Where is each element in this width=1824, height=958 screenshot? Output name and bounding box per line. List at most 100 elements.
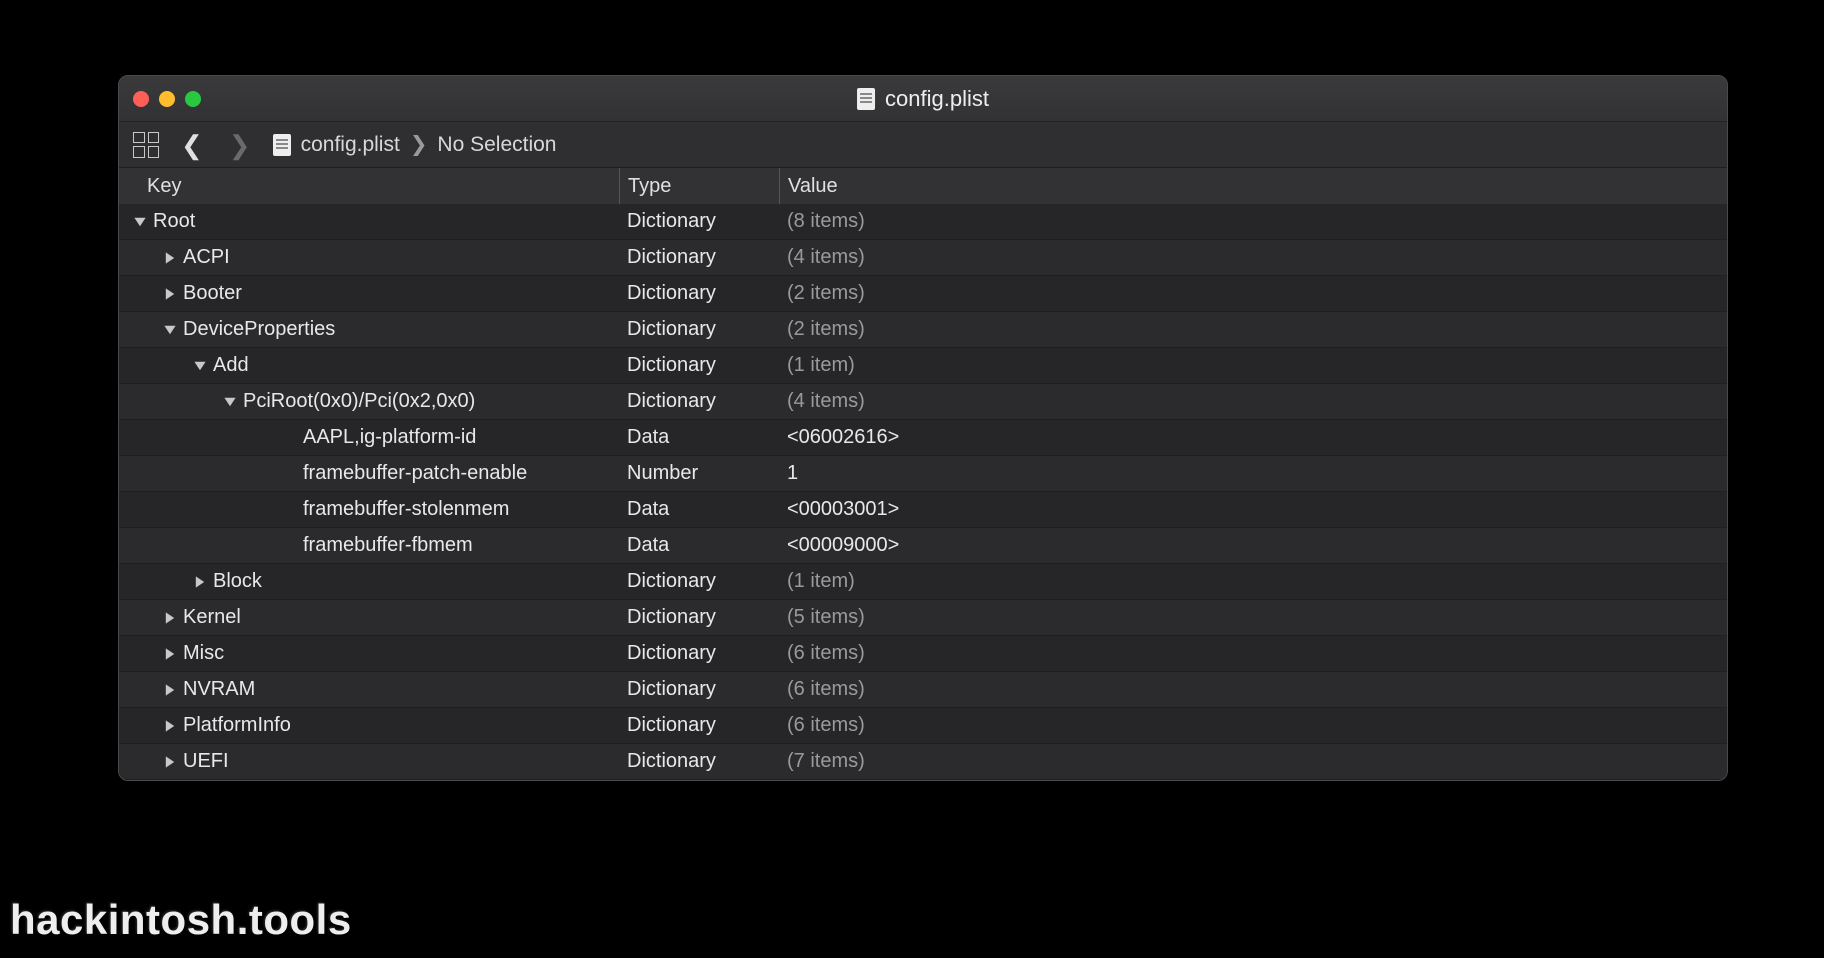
row-type[interactable]: Dictionary xyxy=(619,678,779,701)
row-type[interactable]: Dictionary xyxy=(619,282,779,305)
row-key-cell[interactable]: framebuffer-stolenmem xyxy=(119,498,619,521)
table-row[interactable]: Block Dictionary(1 item) xyxy=(119,564,1727,600)
table-row[interactable]: Kernel Dictionary(5 items) xyxy=(119,600,1727,636)
row-key[interactable]: framebuffer-stolenmem xyxy=(303,498,509,521)
table-row[interactable]: Add Dictionary(1 item) xyxy=(119,348,1727,384)
row-key-cell[interactable]: Misc xyxy=(119,642,619,665)
row-key-cell[interactable]: DeviceProperties xyxy=(119,318,619,341)
row-type[interactable]: Data xyxy=(619,426,779,449)
row-key-cell[interactable]: PciRoot(0x0)/Pci(0x2,0x0) xyxy=(119,390,619,413)
row-value[interactable]: <00009000> xyxy=(779,534,1727,557)
row-key-cell[interactable]: Block xyxy=(119,570,619,593)
row-key-cell[interactable]: Add xyxy=(119,354,619,377)
row-value[interactable]: (1 item) xyxy=(779,570,1727,593)
row-key-cell[interactable]: Root xyxy=(119,210,619,233)
row-key[interactable]: Kernel xyxy=(183,606,241,629)
header-value[interactable]: Value xyxy=(779,168,1727,204)
disclosure-triangle-icon[interactable] xyxy=(163,755,177,769)
row-value[interactable]: <00003001> xyxy=(779,498,1727,521)
table-row[interactable]: Misc Dictionary(6 items) xyxy=(119,636,1727,672)
table-row[interactable]: framebuffer-patch-enable Number1 xyxy=(119,456,1727,492)
header-key[interactable]: Key xyxy=(119,175,619,198)
disclosure-triangle-icon[interactable] xyxy=(133,215,147,229)
breadcrumb-selection[interactable]: No Selection xyxy=(437,133,556,157)
row-key[interactable]: NVRAM xyxy=(183,678,255,701)
row-type[interactable]: Dictionary xyxy=(619,642,779,665)
row-value[interactable]: 1 xyxy=(779,462,1727,485)
row-key[interactable]: UEFI xyxy=(183,750,229,773)
minimize-button[interactable] xyxy=(159,91,175,107)
row-value[interactable]: (6 items) xyxy=(779,642,1727,665)
row-key[interactable]: PciRoot(0x0)/Pci(0x2,0x0) xyxy=(243,390,475,413)
header-type[interactable]: Type xyxy=(619,168,779,204)
table-row[interactable]: NVRAM Dictionary(6 items) xyxy=(119,672,1727,708)
row-key[interactable]: PlatformInfo xyxy=(183,714,291,737)
zoom-button[interactable] xyxy=(185,91,201,107)
disclosure-triangle-icon[interactable] xyxy=(163,647,177,661)
row-type[interactable]: Data xyxy=(619,498,779,521)
row-key[interactable]: framebuffer-fbmem xyxy=(303,534,473,557)
row-key[interactable]: ACPI xyxy=(183,246,230,269)
row-type[interactable]: Dictionary xyxy=(619,210,779,233)
row-key[interactable]: Block xyxy=(213,570,262,593)
table-row[interactable]: Root Dictionary(8 items) xyxy=(119,204,1727,240)
row-type[interactable]: Dictionary xyxy=(619,714,779,737)
disclosure-triangle-icon[interactable] xyxy=(163,251,177,265)
table-row[interactable]: Booter Dictionary(2 items) xyxy=(119,276,1727,312)
disclosure-triangle-icon[interactable] xyxy=(163,611,177,625)
disclosure-triangle-icon[interactable] xyxy=(193,359,207,373)
table-row[interactable]: framebuffer-stolenmem Data<00003001> xyxy=(119,492,1727,528)
row-type[interactable]: Data xyxy=(619,534,779,557)
row-key-cell[interactable]: AAPL,ig-platform-id xyxy=(119,426,619,449)
back-button[interactable]: ❮ xyxy=(177,132,207,158)
disclosure-triangle-icon[interactable] xyxy=(163,683,177,697)
row-value[interactable]: (1 item) xyxy=(779,354,1727,377)
table-row[interactable]: UEFI Dictionary(7 items) xyxy=(119,744,1727,780)
row-type[interactable]: Dictionary xyxy=(619,606,779,629)
table-row[interactable]: framebuffer-fbmem Data<00009000> xyxy=(119,528,1727,564)
breadcrumb-file[interactable]: config.plist xyxy=(301,133,400,157)
close-button[interactable] xyxy=(133,91,149,107)
row-type[interactable]: Dictionary xyxy=(619,570,779,593)
table-row[interactable]: PciRoot(0x0)/Pci(0x2,0x0) Dictionary(4 it… xyxy=(119,384,1727,420)
row-value[interactable]: (5 items) xyxy=(779,606,1727,629)
disclosure-triangle-icon[interactable] xyxy=(193,575,207,589)
related-items-icon[interactable] xyxy=(133,132,159,158)
row-type[interactable]: Dictionary xyxy=(619,750,779,773)
row-key-cell[interactable]: Kernel xyxy=(119,606,619,629)
table-row[interactable]: AAPL,ig-platform-id Data<06002616> xyxy=(119,420,1727,456)
row-key[interactable]: AAPL,ig-platform-id xyxy=(303,426,476,449)
row-key[interactable]: DeviceProperties xyxy=(183,318,335,341)
row-key-cell[interactable]: PlatformInfo xyxy=(119,714,619,737)
row-key-cell[interactable]: Booter xyxy=(119,282,619,305)
row-type[interactable]: Dictionary xyxy=(619,246,779,269)
table-row[interactable]: PlatformInfo Dictionary(6 items) xyxy=(119,708,1727,744)
row-value[interactable]: (4 items) xyxy=(779,390,1727,413)
row-key-cell[interactable]: UEFI xyxy=(119,750,619,773)
row-type[interactable]: Dictionary xyxy=(619,390,779,413)
disclosure-triangle-icon[interactable] xyxy=(163,287,177,301)
row-key-cell[interactable]: ACPI xyxy=(119,246,619,269)
row-value[interactable]: (4 items) xyxy=(779,246,1727,269)
row-key-cell[interactable]: NVRAM xyxy=(119,678,619,701)
row-value[interactable]: <06002616> xyxy=(779,426,1727,449)
row-value[interactable]: (2 items) xyxy=(779,318,1727,341)
disclosure-triangle-icon[interactable] xyxy=(223,395,237,409)
row-key-cell[interactable]: framebuffer-patch-enable xyxy=(119,462,619,485)
row-type[interactable]: Dictionary xyxy=(619,318,779,341)
row-value[interactable]: (8 items) xyxy=(779,210,1727,233)
row-value[interactable]: (2 items) xyxy=(779,282,1727,305)
row-key[interactable]: Booter xyxy=(183,282,242,305)
table-row[interactable]: DeviceProperties Dictionary(2 items) xyxy=(119,312,1727,348)
table-row[interactable]: ACPI Dictionary(4 items) xyxy=(119,240,1727,276)
row-value[interactable]: (7 items) xyxy=(779,750,1727,773)
row-type[interactable]: Number xyxy=(619,462,779,485)
row-type[interactable]: Dictionary xyxy=(619,354,779,377)
row-key[interactable]: Root xyxy=(153,210,195,233)
row-key-cell[interactable]: framebuffer-fbmem xyxy=(119,534,619,557)
row-value[interactable]: (6 items) xyxy=(779,678,1727,701)
row-key[interactable]: Add xyxy=(213,354,249,377)
row-key[interactable]: framebuffer-patch-enable xyxy=(303,462,527,485)
row-value[interactable]: (6 items) xyxy=(779,714,1727,737)
row-key[interactable]: Misc xyxy=(183,642,224,665)
